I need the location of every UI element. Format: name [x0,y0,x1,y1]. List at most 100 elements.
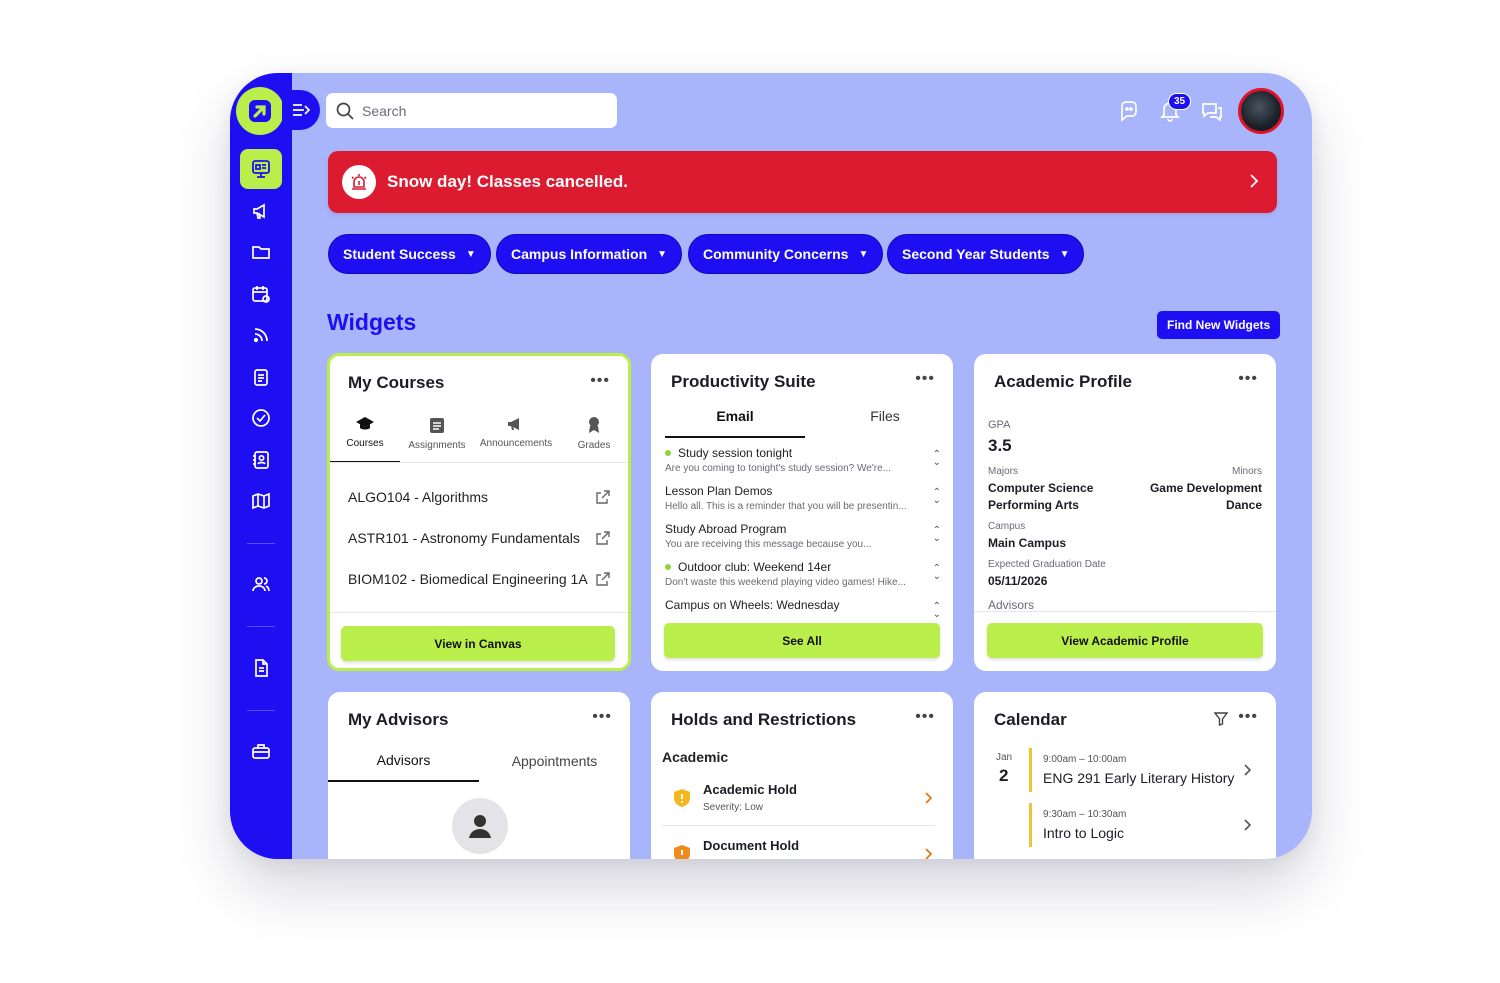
tab-grades[interactable]: Grades [559,416,628,463]
graduation-value: 05/11/2026 [988,574,1048,588]
email-subject: Study Abroad Program [665,522,787,536]
map-icon[interactable] [240,481,282,521]
tab-label: Assignments [408,440,466,451]
clipboard-icon[interactable] [240,357,282,397]
filter-label: Student Success [343,246,456,262]
sidebar-divider [247,626,275,627]
external-link-icon [596,531,610,545]
toolbox-icon[interactable] [240,731,282,771]
chevron-right-icon [1244,819,1252,831]
search-input[interactable]: Search [326,93,617,128]
find-new-widgets-button[interactable]: Find New Widgets [1157,311,1281,339]
messages-icon[interactable] [1201,100,1223,122]
advisor-avatar[interactable] [452,798,508,854]
more-options-icon[interactable]: ••• [915,708,935,726]
course-name: ALGO104 - Algorithms [348,489,489,505]
course-item[interactable]: ALGO104 - Algorithms [348,482,610,512]
calendar-widget: Calendar ••• Jan 2 9:00am – 10:00am ENG … [974,692,1276,859]
more-options-icon[interactable]: ••• [1238,370,1258,388]
calendar-month: Jan [996,752,1013,763]
megaphone-icon[interactable] [240,191,282,231]
email-preview: Hello all. This is a reminder that you w… [665,501,907,512]
email-preview: You are receiving this message because y… [665,539,872,550]
major-value: Computer Science [988,481,1094,495]
widget-title: My Advisors [348,710,449,729]
filter-label: Campus Information [511,246,648,262]
campus-value: Main Campus [988,536,1067,550]
tab-advisors[interactable]: Advisors [328,752,479,782]
users-icon[interactable] [240,564,282,604]
megaphone-icon [508,418,519,430]
hold-item[interactable]: Academic Hold Severity: Low [662,782,935,826]
course-item[interactable]: ASTR101 - Astronomy Fundamentals [348,523,610,553]
rss-feed-icon[interactable] [240,315,282,355]
view-in-canvas-button[interactable]: View in Canvas [341,626,615,661]
unread-dot [665,450,671,456]
tab-appointments[interactable]: Appointments [479,753,630,783]
tab-divider [330,462,628,463]
unread-dot [665,564,671,570]
email-item[interactable]: Outdoor club: Weekend 14er Don't waste t… [665,560,941,598]
calendar-event[interactable]: 9:00am – 10:00am ENG 291 Early Literary … [1029,748,1252,792]
tab-announcements[interactable]: Announcements [480,416,552,463]
tab-assignments[interactable]: Assignments [402,416,472,463]
more-options-icon[interactable]: ••• [592,708,612,726]
see-all-button[interactable]: See All [664,623,940,658]
sort-icon: ⌃ ⌄ [932,525,941,544]
widget-title: Productivity Suite [671,372,816,391]
folder-icon[interactable] [240,232,282,272]
chatbot-icon[interactable] [1118,100,1140,122]
sort-icon: ⌃ ⌄ [932,487,941,506]
more-options-icon[interactable]: ••• [915,370,935,388]
holds-section-label: Academic [662,749,729,765]
email-item[interactable]: Lesson Plan Demos Hello all. This is a r… [665,484,941,522]
avatar[interactable] [1238,88,1284,134]
document-icon[interactable] [240,648,282,688]
check-circle-icon[interactable] [240,398,282,438]
app-logo[interactable] [236,87,284,135]
calendar-star-icon[interactable] [240,274,282,314]
hold-item[interactable]: Document Hold [662,838,935,859]
alert-banner[interactable]: Snow day! Classes cancelled. [328,151,1277,213]
contacts-icon[interactable] [240,440,282,480]
calendar-event[interactable]: 9:30am – 10:30am Intro to Logic [1029,803,1252,847]
email-item[interactable]: Campus on Wheels: Wednesday ⌃ ⌄ [665,598,941,618]
email-preview: Are you coming to tonight's study sessio… [665,463,891,474]
tab-courses[interactable]: Courses [330,416,400,463]
alert-text: Snow day! Classes cancelled. [387,172,628,191]
siren-icon [342,165,376,199]
sidebar-collapse-button[interactable] [282,90,320,130]
search-placeholder: Search [362,102,407,119]
more-options-icon[interactable]: ••• [590,372,610,390]
email-subject: Campus on Wheels: Wednesday [665,598,840,612]
filter-icon[interactable] [1214,712,1228,726]
tab-email[interactable]: Email [665,408,805,438]
calendar-day: 2 [999,766,1009,785]
external-link-icon [596,572,610,586]
filter-community-concerns[interactable]: Community Concerns ▼ [688,234,884,274]
sidebar-divider [247,710,275,711]
email-item[interactable]: Study session tonight Are you coming to … [665,446,941,484]
footer-divider [330,612,628,613]
email-item[interactable]: Study Abroad Program You are receiving t… [665,522,941,560]
holds-restrictions-widget: Holds and Restrictions ••• Academic Acad… [651,692,953,859]
filter-second-year-students[interactable]: Second Year Students ▼ [887,234,1085,274]
major-value: Performing Arts [988,498,1079,512]
tab-label: Courses [346,438,384,449]
gpa-label: GPA [988,419,1011,431]
filter-label: Community Concerns [703,246,849,262]
dashboard-icon[interactable] [240,149,282,189]
sort-icon: ⌃ ⌄ [932,563,941,582]
my-courses-widget: My Courses ••• Courses Assignments Annou… [327,353,631,671]
more-options-icon[interactable]: ••• [1238,708,1258,726]
course-item[interactable]: BIOM102 - Biomedical Engineering 1A [348,564,610,594]
view-academic-profile-button[interactable]: View Academic Profile [987,623,1263,658]
tab-files[interactable]: Files [815,408,953,438]
chevron-right-icon [1244,764,1252,776]
filter-campus-information[interactable]: Campus Information ▼ [496,234,683,274]
sort-icon: ⌃ ⌄ [932,449,941,468]
app-frame: Search 35 Snow day! Classes cancelled. S… [230,73,1312,859]
event-name: Intro to Logic [1043,825,1124,841]
filter-student-success[interactable]: Student Success ▼ [328,234,491,274]
widget-title: Holds and Restrictions [671,710,857,729]
